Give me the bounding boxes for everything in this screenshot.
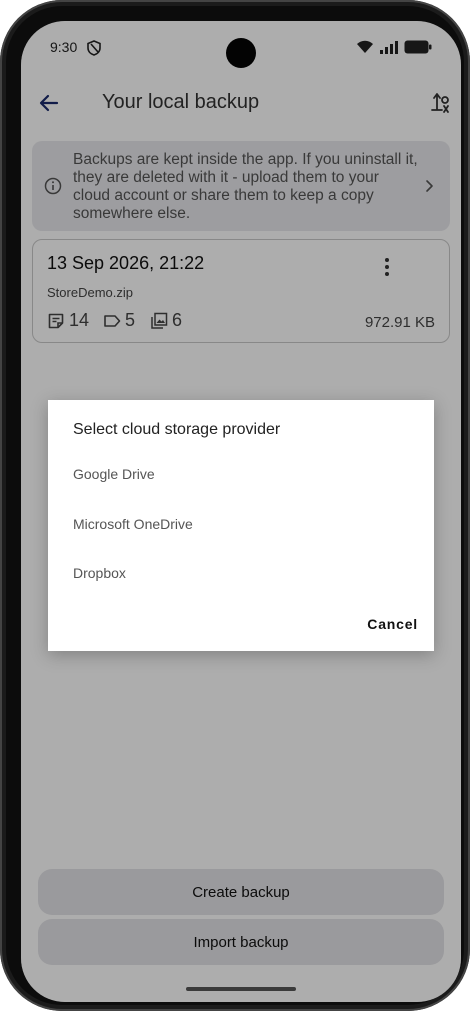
cancel-button[interactable]: Cancel — [367, 616, 418, 632]
dialog-title: Select cloud storage provider — [73, 421, 281, 438]
cloud-provider-dialog: Select cloud storage provider Google Dri… — [48, 400, 434, 651]
phone-frame: 9:30 Your local backup Backups are kept … — [0, 0, 470, 1011]
home-indicator[interactable] — [186, 987, 296, 991]
option-microsoft-onedrive[interactable]: Microsoft OneDrive — [73, 516, 193, 532]
option-google-drive[interactable]: Google Drive — [73, 466, 155, 482]
option-dropbox[interactable]: Dropbox — [73, 565, 126, 581]
screen: 9:30 Your local backup Backups are kept … — [21, 21, 461, 1002]
phone-bezel: 9:30 Your local backup Backups are kept … — [6, 6, 464, 1005]
